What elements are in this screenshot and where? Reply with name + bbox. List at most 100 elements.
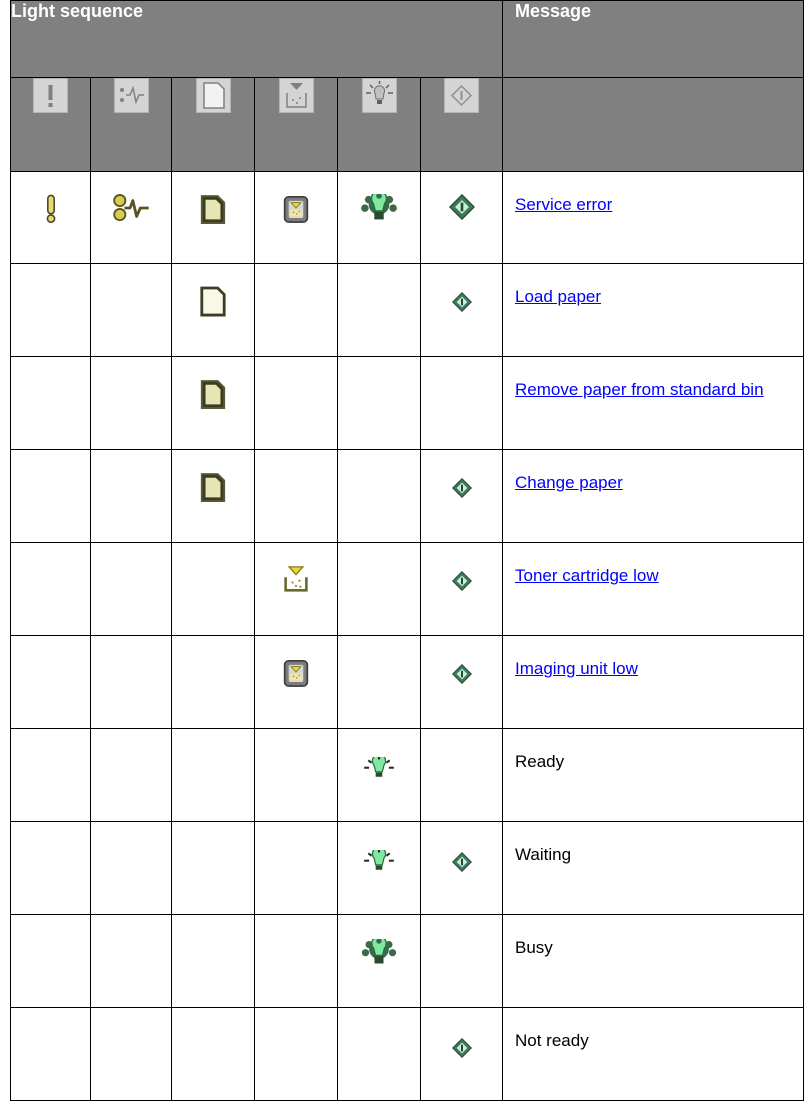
legend-toner <box>254 77 338 172</box>
cell-jam <box>90 356 172 450</box>
cell-ready <box>337 728 421 822</box>
message-cell: Load paper <box>502 263 804 357</box>
error-icon <box>33 78 68 113</box>
cell-toner <box>254 449 338 543</box>
busy-bulb-icon <box>361 939 397 970</box>
not-ready-message: Not ready <box>515 1031 589 1050</box>
imaging-unit-icon <box>283 194 309 224</box>
change-paper-link[interactable]: Change paper <box>515 473 623 492</box>
cell-error <box>10 263 91 357</box>
message-cell: Remove paper from standard bin <box>502 356 804 450</box>
load-paper-link[interactable]: Load paper <box>515 287 601 306</box>
start-diamond-icon <box>452 1038 472 1058</box>
table-row: Load paper <box>10 263 804 357</box>
cell-jam <box>90 542 172 636</box>
cell-jam <box>90 821 172 915</box>
message-cell: Change paper <box>502 449 804 543</box>
ready-bulb-icon <box>362 757 396 785</box>
light-sequence-header: Light sequence <box>10 0 503 78</box>
cell-toner <box>254 728 338 822</box>
legend-error <box>10 77 91 172</box>
ready-message: Ready <box>515 752 565 771</box>
load-paper-outline-icon <box>199 286 227 318</box>
legend-ready <box>337 77 421 172</box>
cell-toner <box>254 542 338 636</box>
cell-start <box>420 542 503 636</box>
cell-start <box>420 171 503 264</box>
paper-jam-icon <box>112 194 150 222</box>
error-icon <box>43 194 59 224</box>
remove-paper-link[interactable]: Remove paper from standard bin <box>515 380 764 399</box>
icon-legend-row <box>10 77 804 172</box>
cell-jam <box>90 1007 172 1101</box>
cell-start <box>420 914 503 1008</box>
load-paper-icon <box>199 472 227 504</box>
cell-paper <box>171 728 255 822</box>
message-cell: Imaging unit low <box>502 635 804 729</box>
cell-paper <box>171 821 255 915</box>
start-diamond-icon <box>452 664 472 684</box>
table-row: Imaging unit low <box>10 635 804 729</box>
table-row: Toner cartridge low <box>10 542 804 636</box>
cell-start <box>420 821 503 915</box>
start-icon <box>444 78 479 113</box>
cell-error <box>10 1007 91 1101</box>
cell-start <box>420 449 503 543</box>
service-error-link[interactable]: Service error <box>515 195 612 214</box>
message-header: Message <box>502 0 804 78</box>
cell-ready <box>337 171 421 264</box>
cell-toner <box>254 263 338 357</box>
load-paper-icon <box>195 78 231 113</box>
cell-paper <box>171 914 255 1008</box>
cell-paper <box>171 542 255 636</box>
message-cell: Not ready <box>502 1007 804 1101</box>
cell-start <box>420 1007 503 1101</box>
cell-ready <box>337 1007 421 1101</box>
table-row: Waiting <box>10 821 804 915</box>
cell-start <box>420 263 503 357</box>
cell-toner <box>254 1007 338 1101</box>
start-diamond-icon <box>452 571 472 591</box>
cell-paper <box>171 263 255 357</box>
cell-ready <box>337 356 421 450</box>
load-paper-icon <box>199 379 227 411</box>
cell-jam <box>90 635 172 729</box>
cell-jam <box>90 171 172 264</box>
start-diamond-icon <box>452 292 472 312</box>
message-cell: Busy <box>502 914 804 1008</box>
cell-start <box>420 728 503 822</box>
cell-jam <box>90 914 172 1008</box>
cell-ready <box>337 821 421 915</box>
toner-low-link[interactable]: Toner cartridge low <box>515 566 659 585</box>
table-row: Service error <box>10 171 804 264</box>
cell-error <box>10 635 91 729</box>
cell-toner <box>254 635 338 729</box>
table-header-row: Light sequence Message <box>10 0 804 78</box>
cell-paper <box>171 449 255 543</box>
imaging-unit-low-link[interactable]: Imaging unit low <box>515 659 638 678</box>
start-diamond-icon <box>452 478 472 498</box>
cell-jam <box>90 449 172 543</box>
message-cell: Waiting <box>502 821 804 915</box>
cell-ready <box>337 263 421 357</box>
toner-icon <box>278 78 314 113</box>
cell-error <box>10 728 91 822</box>
cell-error <box>10 449 91 543</box>
cell-ready <box>337 449 421 543</box>
cell-error <box>10 171 91 264</box>
cell-toner <box>254 821 338 915</box>
table-row: Ready <box>10 728 804 822</box>
cell-jam <box>90 728 172 822</box>
cell-error <box>10 356 91 450</box>
message-cell: Service error <box>502 171 804 264</box>
message-cell: Toner cartridge low <box>502 542 804 636</box>
legend-start <box>420 77 503 172</box>
waiting-message: Waiting <box>515 845 572 864</box>
toner-icon <box>283 565 309 593</box>
cell-error <box>10 542 91 636</box>
legend-jam <box>90 77 172 172</box>
table-row: Not ready <box>10 1007 804 1101</box>
busy-bulb-icon <box>360 194 398 226</box>
cell-jam <box>90 263 172 357</box>
legend-message-blank <box>502 77 804 172</box>
